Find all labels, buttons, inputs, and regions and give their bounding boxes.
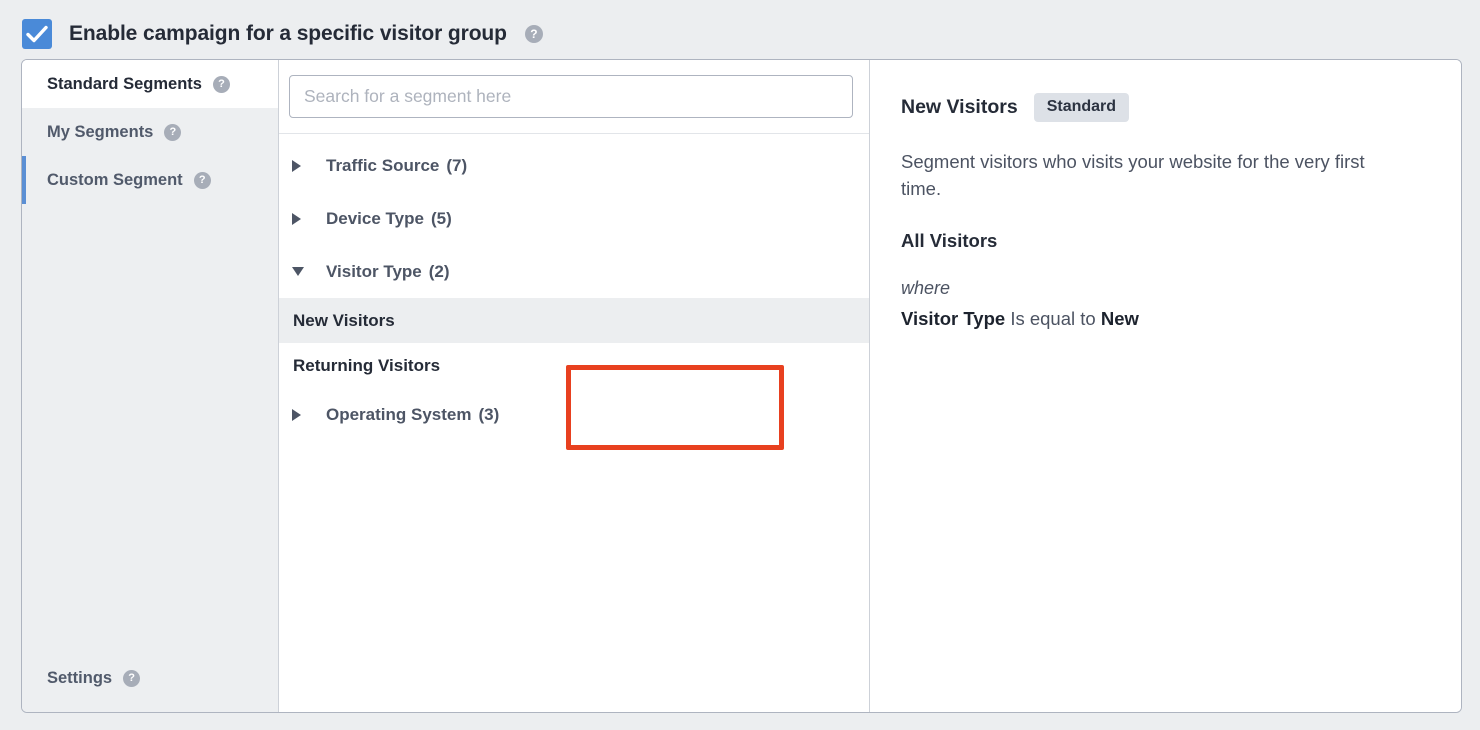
sidebar-item-label: My Segments [47,122,154,141]
detail-rule-field: Visitor Type [901,308,1006,330]
enable-campaign-checkbox[interactable] [22,19,52,49]
sidebar-item-standard-segments[interactable]: Standard Segments ? [22,60,278,108]
search-input[interactable] [289,75,853,118]
search-container [279,60,869,118]
enable-campaign-label: Enable campaign for a specific visitor g… [69,22,507,45]
detail-scope: All Visitors [901,230,998,252]
segment-item-label: New Visitors [293,310,395,330]
segment-list-column: Traffic Source (7) Device Type (5) Visit… [279,60,870,712]
tree-group-count: (3) [478,404,500,424]
segment-item-label: Returning Visitors [293,355,441,375]
sidebar-item-custom-segment[interactable]: Custom Segment ? [22,156,278,204]
detail-description: Segment visitors who visits your website… [901,151,1365,200]
enable-campaign-help-icon[interactable]: ? [524,25,543,43]
detail-rule-value: New [1100,308,1139,330]
tree-group-label: Traffic Source [326,155,440,175]
detail-rule: Visitor Type Is equal to New [901,308,1425,330]
tree-group-count: (5) [430,208,452,228]
sidebar-item-settings[interactable]: Settings ? [22,658,278,698]
detail-where-keyword: where [901,278,951,299]
tree-group-count: (7) [446,155,468,175]
segment-item-new-visitors[interactable]: New Visitors [279,298,869,343]
sidebar-item-label: Standard Segments [47,74,202,93]
sidebar-item-my-segments[interactable]: My Segments ? [22,108,278,156]
detail-title: New Visitors [901,96,1018,118]
chevron-down-icon[interactable] [292,267,312,276]
custom-segment-help-icon[interactable]: ? [193,171,211,189]
chevron-right-icon[interactable] [292,212,312,225]
settings-help-icon[interactable]: ? [123,669,141,687]
segment-sidebar: Standard Segments ? My Segments ? Custom… [22,60,279,712]
detail-header: New Visitors Standard [901,93,1425,122]
tree-group-label: Visitor Type [326,261,422,281]
settings-label: Settings [47,668,113,687]
status-badge: Standard [1033,93,1130,122]
standard-segments-help-icon[interactable]: ? [212,75,230,93]
tree-group-traffic-source[interactable]: Traffic Source (7) [279,139,869,192]
sidebar-item-label: Custom Segment [47,170,183,189]
tree-group-operating-system[interactable]: Operating System (3) [279,388,869,441]
tree-group-label: Operating System [326,404,472,424]
segment-detail-pane: New Visitors Standard Segment visitors w… [870,60,1461,712]
detail-rule-operator: Is equal to [1005,308,1101,330]
tree-group-label: Device Type [326,208,424,228]
chevron-right-icon[interactable] [292,159,312,172]
segment-picker-panel: Standard Segments ? My Segments ? Custom… [21,59,1462,713]
checkmark-icon [26,25,48,43]
segment-item-returning-visitors[interactable]: Returning Visitors [279,343,869,388]
chevron-right-icon[interactable] [292,408,312,421]
tree-group-device-type[interactable]: Device Type (5) [279,192,869,245]
my-segments-help-icon[interactable]: ? [164,123,182,141]
enable-campaign-row: Enable campaign for a specific visitor g… [22,14,543,54]
tree-group-visitor-type[interactable]: Visitor Type (2) [279,245,869,298]
segment-tree: Traffic Source (7) Device Type (5) Visit… [279,134,869,441]
tree-group-count: (2) [428,261,450,281]
